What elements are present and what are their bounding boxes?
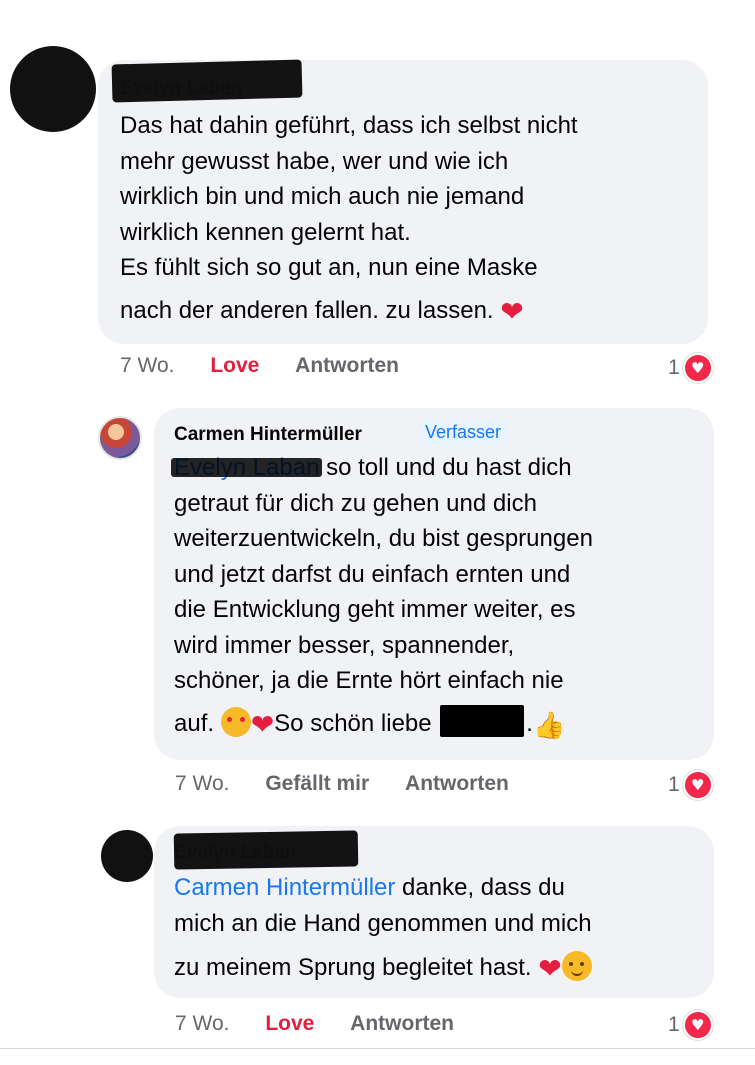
comment-meta: 7 Wo. Love Antworten xyxy=(175,1012,454,1036)
comment-line: mich an die Hand genommen und mich xyxy=(174,909,592,937)
love-reaction-button[interactable]: Love xyxy=(210,354,259,377)
comment-text: Evelyn Laban so toll und du hast dich ge… xyxy=(174,450,709,744)
comment-line: getraut für dich zu gehen und dich xyxy=(174,489,537,517)
comment-line: auf. ❤So schön liebe .👍 xyxy=(174,704,709,745)
comment-line: Carmen Hintermüller danke, dass du xyxy=(174,870,709,906)
comment-line: wird immer besser, spannender, xyxy=(174,631,515,659)
hugging-face-icon xyxy=(561,951,592,981)
reply-button[interactable]: Antworten xyxy=(295,354,399,377)
comment-bubble: Evelyn Laban Carmen Hintermüller danke, … xyxy=(154,826,714,998)
reaction-count: 1 xyxy=(668,356,680,379)
reaction-summary[interactable]: 1 ♥ xyxy=(668,353,713,383)
like-button[interactable]: Gefällt mir xyxy=(265,772,369,795)
love-reaction-icon: ♥ xyxy=(682,1010,713,1040)
comment-line: nach der anderen fallen. zu lassen. ❤ xyxy=(120,293,700,330)
reaction-summary[interactable]: 1 ♥ xyxy=(668,1010,713,1040)
comment-line: weiterzuentwickeln, du bist gesprungen xyxy=(174,525,593,552)
comment-line-text: . xyxy=(526,709,533,737)
comment-line: schöner, ja die Ernte hört einfach nie xyxy=(174,667,564,694)
reaction-count: 1 xyxy=(668,1013,680,1036)
reply-button[interactable]: Antworten xyxy=(350,1012,454,1035)
comment-text: Carmen Hintermüller danke, dass du mich … xyxy=(174,870,709,987)
love-reaction-icon: ♥ xyxy=(682,770,713,800)
comment-line: Das hat dahin geführt, dass ich selbst n… xyxy=(120,112,578,139)
redaction-box xyxy=(440,704,525,737)
comment-time[interactable]: 7 Wo. xyxy=(175,772,229,795)
red-heart-emoji-icon: ❤ xyxy=(500,294,524,328)
love-reaction-icon: ♥ xyxy=(682,353,713,383)
comment-meta: 7 Wo. Gefällt mir Antworten xyxy=(175,772,509,796)
comment-bubble: Evelyn Laban Das hat dahin geführt, dass… xyxy=(98,59,708,344)
divider xyxy=(0,1048,755,1049)
comment-line-text: nach der anderen fallen. zu lassen. xyxy=(120,296,494,324)
avatar[interactable] xyxy=(10,46,96,132)
reply-button[interactable]: Antworten xyxy=(405,772,509,795)
author-badge: Verfasser xyxy=(419,420,508,445)
comment-line: und jetzt darfst du einfach ernten und xyxy=(174,560,571,588)
reaction-summary[interactable]: 1 ♥ xyxy=(668,770,713,800)
comment-line: wirklich bin und mich auch nie jemand xyxy=(120,183,525,210)
comment-meta: 7 Wo. Love Antworten xyxy=(120,354,399,378)
comment-author[interactable]: Evelyn Laban xyxy=(174,842,297,864)
comment-line: wirklich kennen gelernt hat. xyxy=(120,218,411,246)
comment-line-text: so toll und du hast dich xyxy=(319,454,572,481)
comment-line-text: zu meinem Sprung begleitet hast. xyxy=(174,954,532,981)
comment-time[interactable]: 7 Wo. xyxy=(175,1012,229,1035)
comment-author[interactable]: Evelyn Laban xyxy=(120,78,243,100)
comment-line: Es fühlt sich so gut an, nun eine Maske xyxy=(120,254,538,281)
avatar[interactable] xyxy=(101,830,153,882)
thumbs-up-icon: 👍 xyxy=(532,710,566,741)
comment-line: die Entwicklung geht immer weiter, es xyxy=(174,596,576,623)
avatar[interactable] xyxy=(98,416,142,460)
comment-line: zu meinem Sprung begleitet hast. ❤ xyxy=(174,950,709,987)
comment-author[interactable]: Carmen Hintermüller xyxy=(174,424,362,446)
comment-bubble: Carmen Hintermüller Verfasser Evelyn Lab… xyxy=(154,408,714,760)
comment-line: mehr gewusst habe, wer und wie ich xyxy=(120,147,509,175)
comment-line: Evelyn Laban so toll und du hast dich xyxy=(174,450,709,486)
comment-time[interactable]: 7 Wo. xyxy=(120,354,174,377)
smiling-face-with-hearts-icon xyxy=(220,706,251,737)
comment-line-text: So schön liebe xyxy=(274,709,432,737)
mention-link[interactable]: Carmen Hintermüller xyxy=(174,874,395,901)
comment-line-text: danke, dass du xyxy=(395,874,565,901)
reaction-count: 1 xyxy=(668,773,680,796)
mention-link[interactable]: Evelyn Laban xyxy=(174,454,319,481)
comment-line-text: auf. xyxy=(174,709,221,737)
love-reaction-button[interactable]: Love xyxy=(265,1012,314,1035)
red-heart-emoji-icon: ❤ xyxy=(538,952,562,985)
red-heart-emoji-icon: ❤ xyxy=(250,707,275,741)
comment-text: Das hat dahin geführt, dass ich selbst n… xyxy=(120,108,700,329)
